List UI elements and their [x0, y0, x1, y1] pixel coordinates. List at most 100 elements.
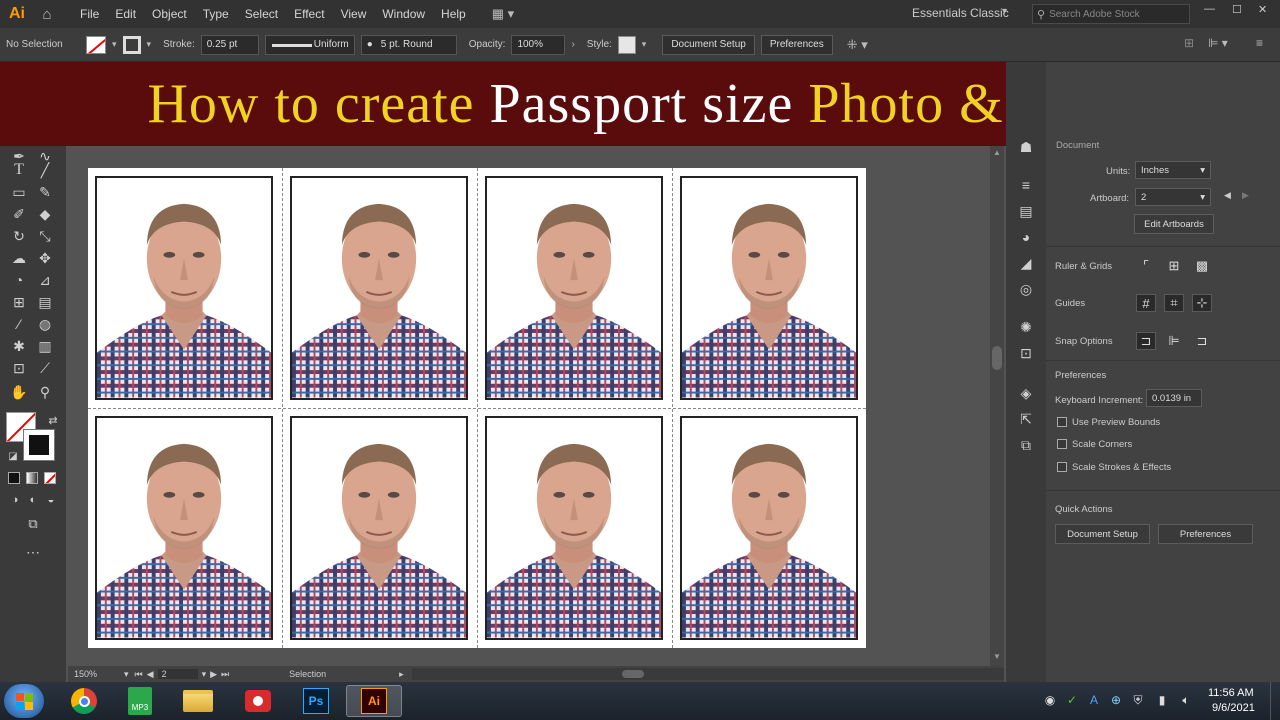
- transparency-grid-icon[interactable]: ▩: [1192, 257, 1212, 275]
- scale-tool-icon[interactable]: ⤡: [34, 226, 56, 246]
- gradient-panel-icon[interactable]: ▤: [1016, 202, 1036, 220]
- grid-icon[interactable]: ⊞: [1164, 257, 1184, 275]
- start-button[interactable]: [4, 684, 44, 718]
- document-setup-button[interactable]: Document Setup: [662, 34, 755, 55]
- prev-artboard-icon[interactable]: ◀: [147, 669, 154, 680]
- volume-icon[interactable]: 🔈︎: [1178, 692, 1194, 708]
- type-tool-icon[interactable]: T: [8, 160, 30, 180]
- close-icon[interactable]: ✕: [1258, 3, 1267, 16]
- taskbar-photoshop[interactable]: Ps: [288, 685, 344, 717]
- tray-security-icon[interactable]: ⛨: [1130, 692, 1146, 708]
- warp-tool-icon[interactable]: ☁: [8, 248, 30, 268]
- units-dropdown[interactable]: Inches ▾: [1135, 161, 1211, 179]
- network-icon[interactable]: ▮: [1154, 692, 1170, 708]
- shape-builder-icon[interactable]: ◔: [8, 270, 30, 290]
- passport-photo[interactable]: [290, 176, 468, 400]
- menu-object[interactable]: Object: [144, 7, 195, 21]
- show-desktop-button[interactable]: [1270, 682, 1280, 720]
- last-artboard-icon[interactable]: ⏭: [221, 669, 229, 680]
- paintbrush-tool-icon[interactable]: ✎: [34, 182, 56, 202]
- ruler-icon[interactable]: ⌜: [1136, 257, 1156, 275]
- rectangle-tool-icon[interactable]: ▭: [8, 182, 30, 202]
- export-panel-icon[interactable]: ⇱: [1016, 410, 1036, 428]
- scroll-thumb[interactable]: [621, 670, 644, 678]
- snap-to-grid-icon[interactable]: ⊫: [1164, 332, 1184, 350]
- minimize-icon[interactable]: —: [1204, 3, 1215, 15]
- artboards-panel-icon[interactable]: ⧉: [1016, 436, 1036, 454]
- menu-effect[interactable]: Effect: [286, 7, 332, 21]
- stroke-swatch[interactable]: [122, 35, 141, 54]
- passport-photo[interactable]: [95, 416, 273, 640]
- vertical-scrollbar[interactable]: ▲ ▼: [990, 146, 1004, 666]
- maximize-icon[interactable]: ☐: [1232, 3, 1242, 16]
- scroll-up-icon[interactable]: ▲: [993, 148, 1001, 157]
- mesh-tool-icon[interactable]: ⊞: [8, 292, 30, 312]
- smart-guides-icon[interactable]: ⊹: [1192, 294, 1212, 312]
- first-artboard-icon[interactable]: ⏮: [135, 669, 143, 680]
- layers-list-icon[interactable]: ≡: [1016, 176, 1036, 194]
- none-mode-icon[interactable]: [44, 472, 56, 484]
- symbols-panel-icon[interactable]: ⊡: [1016, 344, 1036, 362]
- scroll-down-icon[interactable]: ▼: [993, 652, 1001, 661]
- chevron-down-icon[interactable]: ▾: [147, 39, 152, 50]
- passport-photo[interactable]: [290, 416, 468, 640]
- menu-file[interactable]: File: [72, 7, 107, 21]
- search-field[interactable]: ⚲ Search Adobe Stock: [1032, 4, 1190, 24]
- transform-icon[interactable]: ⁜ ▾: [847, 37, 868, 53]
- properties-panel-icon[interactable]: ☗: [1016, 138, 1036, 156]
- chevron-down-icon[interactable]: ▾: [642, 39, 647, 50]
- prev-artboard-icon[interactable]: ◀: [1224, 190, 1231, 201]
- zoom-field[interactable]: 150%: [68, 669, 124, 679]
- lock-guides-icon[interactable]: ⌗: [1164, 294, 1184, 312]
- menu-select[interactable]: Select: [237, 7, 286, 21]
- passport-photo[interactable]: [485, 416, 663, 640]
- variable-width-profile[interactable]: Uniform: [264, 34, 355, 55]
- taskbar-file-explorer[interactable]: [170, 685, 226, 717]
- blend-tool-icon[interactable]: ◍: [34, 314, 56, 334]
- eraser-tool-icon[interactable]: ◆: [34, 204, 56, 224]
- show-guides-icon[interactable]: #: [1136, 294, 1156, 312]
- column-graph-icon[interactable]: ▥: [34, 336, 56, 356]
- taskbar-illustrator[interactable]: Ai: [346, 685, 402, 717]
- brushes-panel-icon[interactable]: ✺: [1016, 318, 1036, 336]
- horizontal-scrollbar[interactable]: [411, 668, 1004, 680]
- perspective-grid-icon[interactable]: ⊿: [34, 270, 56, 290]
- menu-type[interactable]: Type: [195, 7, 237, 21]
- home-icon[interactable]: ⌂: [34, 6, 60, 23]
- pixel-snap-icon[interactable]: ⊐: [1192, 332, 1212, 350]
- zoom-tool-icon[interactable]: ⚲: [34, 382, 56, 402]
- passport-photo[interactable]: [680, 416, 858, 640]
- swap-fill-stroke-icon[interactable]: ⇄: [42, 410, 64, 430]
- default-colors-icon[interactable]: ◪: [2, 446, 24, 466]
- gradient-mode-icon[interactable]: [26, 472, 38, 484]
- shaper-tool-icon[interactable]: ✐: [8, 204, 30, 224]
- menu-edit[interactable]: Edit: [107, 7, 144, 21]
- chevron-down-icon[interactable]: ▾: [124, 669, 129, 680]
- brush-definition[interactable]: ● 5 pt. Round: [360, 34, 457, 55]
- tray-adobe-icon[interactable]: A: [1086, 692, 1102, 708]
- graphic-style-swatch[interactable]: [617, 35, 636, 54]
- panel-menu-icon[interactable]: ≡: [1256, 36, 1263, 50]
- passport-photo[interactable]: [95, 176, 273, 400]
- taskbar-mp3-app[interactable]: MP3: [112, 685, 168, 717]
- preferences-button[interactable]: Preferences: [760, 34, 833, 55]
- screen-mode-icon[interactable]: ⧉: [22, 514, 44, 534]
- distribute-icon[interactable]: ⊫ ▾: [1208, 36, 1228, 50]
- more-tools-icon[interactable]: ⋯: [22, 542, 44, 562]
- canvas-area[interactable]: [68, 146, 988, 666]
- edit-artboards-button[interactable]: Edit Artboards: [1134, 214, 1214, 234]
- free-transform-icon[interactable]: ✥: [34, 248, 56, 268]
- tray-network-app-icon[interactable]: ⊕: [1108, 692, 1124, 708]
- keyboard-increment-field[interactable]: 0.0139 in: [1146, 389, 1202, 407]
- opacity-field[interactable]: 100%: [511, 34, 566, 55]
- eyedropper-tool-icon[interactable]: ⁄: [8, 314, 30, 334]
- taskbar-camera-app[interactable]: [230, 685, 286, 717]
- menu-help[interactable]: Help: [433, 7, 474, 21]
- symbol-sprayer-icon[interactable]: ✱: [8, 336, 30, 356]
- workspace-switcher[interactable]: Essentials Classic: [912, 6, 1009, 20]
- fill-swatch[interactable]: [86, 35, 106, 54]
- taskbar-chrome[interactable]: [56, 685, 112, 717]
- passport-photo[interactable]: [485, 176, 663, 400]
- line-tool-icon[interactable]: ╱: [34, 160, 56, 180]
- arrange-documents-icon[interactable]: ▦ ▾: [492, 6, 514, 22]
